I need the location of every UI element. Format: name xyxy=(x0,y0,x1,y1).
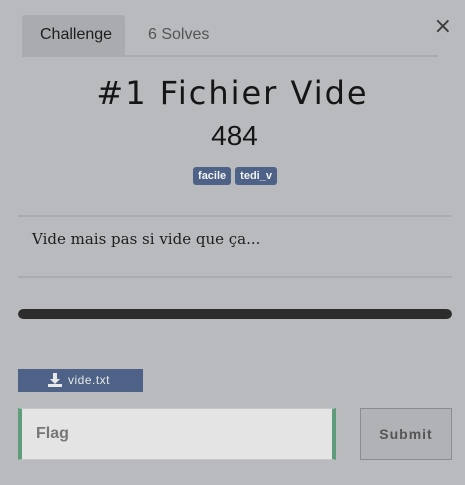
tab-bar: Challenge 6 Solves xyxy=(22,15,438,57)
tag-list: facile tedi_v xyxy=(0,167,465,185)
flag-input[interactable] xyxy=(18,408,336,460)
tab-solves[interactable]: 6 Solves xyxy=(130,15,227,55)
submit-button[interactable]: Submit xyxy=(360,408,452,460)
progress-bar-fill xyxy=(18,309,452,319)
challenge-title: #1 Fichier Vide xyxy=(96,74,369,112)
divider xyxy=(18,215,452,217)
progress-bar xyxy=(18,309,452,319)
tab-challenge[interactable]: Challenge xyxy=(22,15,125,55)
challenge-description: Vide mais pas si vide que ça... xyxy=(32,230,261,248)
file-name: vide.txt xyxy=(68,373,111,387)
download-icon xyxy=(48,373,62,387)
tag-badge: tedi_v xyxy=(235,167,277,185)
download-file-button[interactable]: vide.txt xyxy=(18,369,143,392)
challenge-points: 484 xyxy=(211,120,258,151)
divider xyxy=(18,276,452,278)
close-icon[interactable]: × xyxy=(434,14,452,40)
tag-badge: facile xyxy=(193,167,232,185)
